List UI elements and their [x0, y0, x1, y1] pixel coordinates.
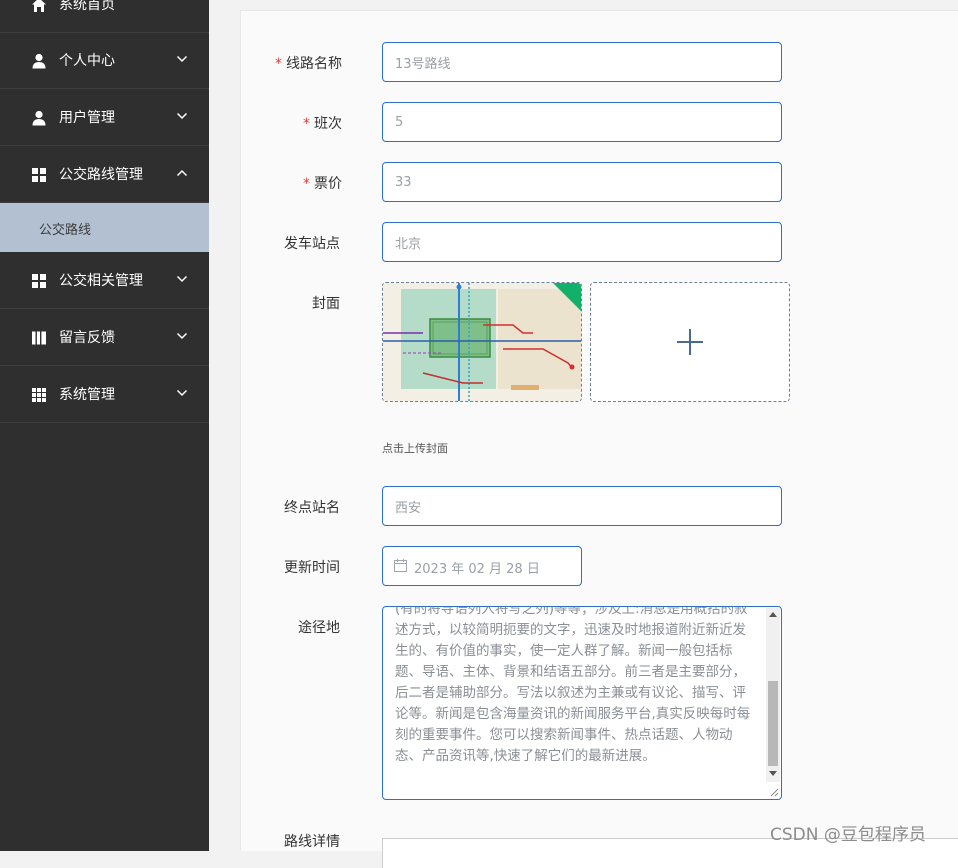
form-card: *线路名称 *班次 *票价 发车站点 封面	[240, 10, 958, 868]
grid-icon	[32, 274, 46, 288]
route-map-image	[383, 283, 581, 401]
book-icon	[32, 331, 46, 345]
watermark: CSDN @豆包程序员	[770, 825, 926, 845]
scroll-up-arrow-icon[interactable]	[769, 612, 777, 617]
update-time-label: 更新时间	[284, 560, 340, 576]
user-icon	[32, 110, 46, 126]
sidebar-item-system-management[interactable]: 系统管理	[0, 367, 209, 423]
plus-icon	[677, 329, 703, 355]
fare-input[interactable]	[382, 162, 782, 202]
end-station-input[interactable]	[382, 486, 782, 526]
chevron-down-icon	[176, 112, 188, 120]
sidebar-subitem-label: 公交路线	[39, 223, 92, 238]
waypoints-textarea[interactable]: (有的将导语列入将写之列)等等；涉及上:消息是用概括的叙述方式，以较简明扼要的文…	[382, 606, 782, 800]
user-icon	[32, 53, 46, 69]
route-details-label: 路线详情	[284, 834, 340, 850]
cover-label: 封面	[312, 296, 340, 312]
cover-image-preview[interactable]	[382, 282, 582, 402]
waypoints-label: 途径地	[298, 620, 340, 636]
scroll-thumb[interactable]	[768, 681, 778, 766]
chevron-down-icon	[176, 55, 188, 63]
sidebar-item-label: 个人中心	[59, 53, 115, 69]
required-asterisk: *	[303, 176, 310, 192]
start-station-label: 发车站点	[284, 236, 340, 252]
update-time-picker[interactable]: 2023 年 02 月 28 日	[382, 546, 582, 586]
waypoints-text: (有的将导语列入将写之列)等等；涉及上:消息是用概括的叙述方式，以较简明扼要的文…	[395, 606, 751, 764]
home-icon	[32, 0, 46, 12]
route-name-label: * 线路名称	[275, 56, 342, 72]
main-content: *线路名称 *班次 *票价 发车站点 封面	[209, 0, 958, 868]
required-asterisk: *	[303, 116, 310, 132]
scroll-down-arrow-icon[interactable]	[769, 771, 777, 776]
chevron-down-icon	[176, 389, 188, 397]
sidebar-item-user-management[interactable]: 用户管理	[0, 90, 209, 146]
end-station-label: 终点站名	[284, 500, 340, 516]
chevron-down-icon	[176, 332, 188, 340]
sidebar: 系统首页 个人中心 用户管理 公交路线管理 公交路线 公交相关管理 留言反馈 系…	[0, 0, 209, 851]
sidebar-item-personal-center[interactable]: 个人中心	[0, 33, 209, 89]
sidebar-item-feedback[interactable]: 留言反馈	[0, 310, 209, 366]
resize-handle-icon[interactable]	[770, 788, 779, 797]
textarea-scrollbar[interactable]	[766, 608, 780, 782]
calendar-icon	[394, 559, 407, 572]
sidebar-item-home[interactable]: 系统首页	[0, 0, 209, 33]
chevron-down-icon	[176, 275, 188, 283]
apps-icon	[32, 388, 46, 402]
shift-label: * 班次	[303, 116, 342, 132]
sidebar-item-label: 公交相关管理	[59, 273, 143, 289]
grid-icon	[32, 168, 46, 182]
sidebar-item-label: 系统首页	[59, 0, 115, 13]
sidebar-item-bus-route-management[interactable]: 公交路线管理	[0, 147, 209, 203]
sidebar-subitem-bus-route[interactable]: 公交路线	[0, 203, 209, 252]
shift-input[interactable]	[382, 102, 782, 142]
cover-upload-tip: 点击上传封面	[382, 442, 448, 455]
sidebar-item-label: 系统管理	[59, 387, 115, 403]
start-station-input[interactable]	[382, 222, 782, 262]
sidebar-item-label: 公交路线管理	[59, 167, 143, 183]
update-time-value: 2023 年 02 月 28 日	[414, 562, 540, 577]
sidebar-item-label: 用户管理	[59, 110, 115, 126]
chevron-up-icon	[176, 169, 188, 177]
sidebar-item-bus-related-management[interactable]: 公交相关管理	[0, 253, 209, 309]
route-name-input[interactable]	[382, 42, 782, 82]
sidebar-item-label: 留言反馈	[59, 330, 115, 346]
cover-upload-button[interactable]	[590, 282, 790, 402]
fare-label: * 票价	[303, 176, 342, 192]
required-asterisk: *	[275, 56, 282, 72]
